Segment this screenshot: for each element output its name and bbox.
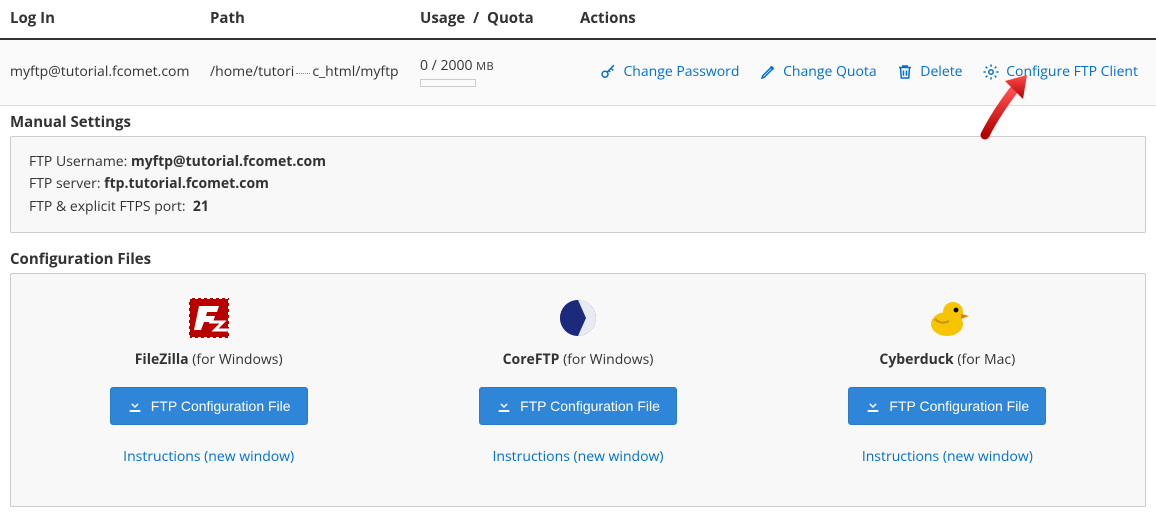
client-os: (for Windows) [192,350,282,369]
download-config-cyberduck-button[interactable]: FTP Configuration File [848,387,1046,425]
instructions-filezilla-link[interactable]: Instructions (new window) [123,447,294,466]
change-password-button[interactable]: Change Password [591,56,747,87]
instructions-coreftp-link[interactable]: Instructions (new window) [492,447,663,466]
filezilla-icon [187,296,231,340]
col-login: Log In [0,0,200,39]
cell-quota: 0 / 2000 MB [410,39,570,106]
client-coreftp: CoreFTP (for Windows) FTP Configuration … [398,296,757,466]
quota-bar [420,79,476,87]
ftp-username: myftp@tutorial.fcomet.com [131,152,326,171]
col-actions: Actions [570,0,1156,39]
download-config-filezilla-button[interactable]: FTP Configuration File [110,387,308,425]
download-icon [127,398,143,414]
manual-settings-box: FTP Username: myftp@tutorial.fcomet.com … [10,136,1146,233]
config-files-box: FileZilla (for Windows) FTP Configuratio… [10,273,1146,507]
delete-button[interactable]: Delete [888,56,970,87]
ftp-server-label: FTP server: [29,174,101,193]
client-os: (for Windows) [563,350,653,369]
client-cyberduck: Cyberduck (for Mac) FTP Configuration Fi… [768,296,1127,466]
cell-login: myftp@tutorial.fcomet.com [0,39,200,106]
trash-icon [896,63,914,81]
download-icon [865,398,881,414]
manual-settings-title: Manual Settings [10,112,1156,132]
gear-icon [982,63,1000,81]
client-filezilla: FileZilla (for Windows) FTP Configuratio… [29,296,388,466]
client-os: (for Mac) [957,350,1015,369]
client-name: FileZilla [135,350,189,369]
client-name: CoreFTP [503,350,560,369]
col-usage-quota: Usage / Quota [410,0,570,39]
config-files-title: Configuration Files [10,249,1156,269]
cyberduck-icon [925,296,969,340]
pencil-icon [759,63,777,81]
client-name: Cyberduck [879,350,953,369]
ftp-username-label: FTP Username: [29,152,127,171]
download-config-coreftp-button[interactable]: FTP Configuration File [479,387,677,425]
table-row: myftp@tutorial.fcomet.com /home/tutori…c… [0,39,1156,106]
cell-actions: Change Password Change Quota Delete [570,39,1156,106]
download-icon [496,398,512,414]
ftp-port: 21 [193,197,209,216]
cell-path: /home/tutori…c_html/myftp [200,39,410,106]
ftp-server: ftp.tutorial.fcomet.com [104,174,269,193]
coreftp-icon [556,296,600,340]
col-path: Path [200,0,410,39]
ftp-accounts-table: Log In Path Usage / Quota Actions myftp@… [0,0,1156,106]
key-icon [599,63,617,81]
ellipsis-icon: … [296,60,310,74]
ftp-port-label: FTP & explicit FTPS port: [29,197,186,216]
change-quota-button[interactable]: Change Quota [751,56,885,87]
configure-ftp-client-button[interactable]: Configure FTP Client [974,56,1146,87]
instructions-cyberduck-link[interactable]: Instructions (new window) [862,447,1033,466]
